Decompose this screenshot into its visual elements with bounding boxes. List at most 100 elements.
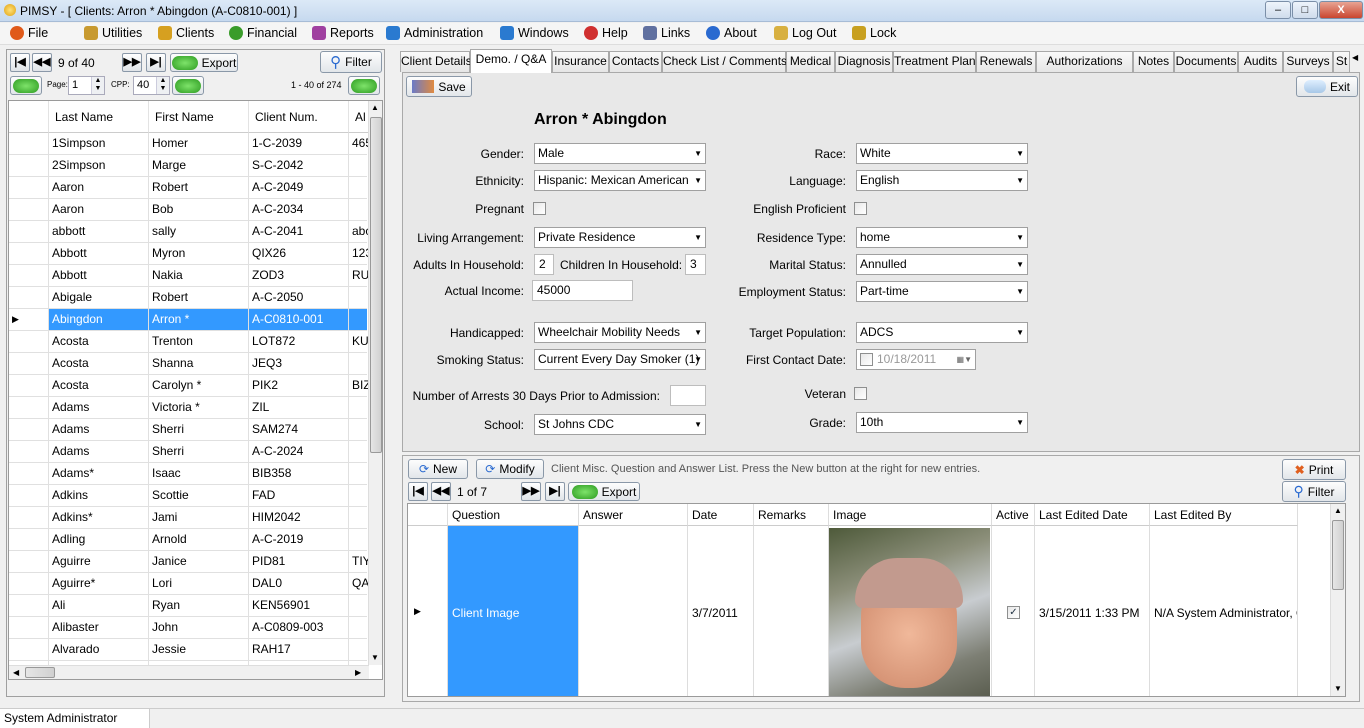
english-proficient-checkbox[interactable]: [854, 202, 867, 215]
table-cell[interactable]: Ryan: [149, 595, 249, 616]
table-cell[interactable]: Aaron: [49, 199, 149, 220]
qa-col-active[interactable]: Active: [992, 504, 1035, 526]
row-header[interactable]: [9, 353, 49, 374]
table-cell[interactable]: 1Simpson: [49, 133, 149, 154]
qa-row-header[interactable]: ▶: [408, 526, 448, 696]
table-cell[interactable]: Homer: [149, 133, 249, 154]
table-cell[interactable]: Adams*: [49, 463, 149, 484]
prev-record-button[interactable]: ◀◀: [32, 53, 52, 72]
qa-export-button[interactable]: Export: [568, 482, 640, 501]
grid-vscrollbar[interactable]: ▲ ▼: [368, 101, 382, 665]
table-row[interactable]: Adkins Scottie FAD: [9, 485, 369, 507]
row-header[interactable]: [9, 419, 49, 440]
veteran-checkbox[interactable]: [854, 387, 867, 400]
exit-button[interactable]: Exit: [1296, 76, 1358, 97]
table-cell[interactable]: Bob: [149, 199, 249, 220]
row-header[interactable]: [9, 243, 49, 264]
table-row[interactable]: Aguirre Janice PID81 TIY: [9, 551, 369, 573]
table-row[interactable]: Acosta Shanna JEQ3: [9, 353, 369, 375]
row-header[interactable]: [9, 177, 49, 198]
table-cell[interactable]: SAM274: [249, 419, 349, 440]
table-cell[interactable]: A-C0810-001: [249, 309, 349, 330]
adults-field[interactable]: 2: [534, 254, 554, 275]
first-contact-checkbox[interactable]: [860, 353, 873, 366]
table-cell[interactable]: KEN56901: [249, 595, 349, 616]
table-cell[interactable]: A-C-2041: [249, 221, 349, 242]
table-cell[interactable]: 123: [349, 243, 369, 264]
row-header[interactable]: [9, 397, 49, 418]
grid-hscroll-thumb[interactable]: [25, 667, 55, 678]
row-header[interactable]: [9, 199, 49, 220]
table-cell[interactable]: Arnold: [149, 529, 249, 550]
qa-cell-remarks[interactable]: [754, 526, 829, 696]
tab-st[interactable]: St: [1333, 51, 1350, 72]
table-cell[interactable]: [349, 595, 369, 616]
menu-reports[interactable]: Reports: [312, 26, 374, 40]
table-cell[interactable]: Ali: [49, 595, 149, 616]
language-select[interactable]: English ▼: [856, 170, 1028, 191]
qa-first-button[interactable]: |◀: [408, 482, 428, 501]
table-cell[interactable]: 2Simpson: [49, 155, 149, 176]
table-cell[interactable]: Alvarado: [49, 639, 149, 660]
qa-cell-date[interactable]: 3/7/2011: [688, 526, 754, 696]
table-cell[interactable]: Nakia: [149, 265, 249, 286]
row-header[interactable]: [9, 507, 49, 528]
table-row[interactable]: Adkins* Jami HIM2042: [9, 507, 369, 529]
export-button[interactable]: Export: [170, 53, 238, 72]
table-cell[interactable]: A-C0809-003: [249, 617, 349, 638]
table-cell[interactable]: Acosta: [49, 331, 149, 352]
table-cell[interactable]: [349, 617, 369, 638]
table-cell[interactable]: Aguirre*: [49, 573, 149, 594]
row-header[interactable]: [9, 375, 49, 396]
table-cell[interactable]: HIM2042: [249, 507, 349, 528]
next-page-button[interactable]: [172, 76, 204, 95]
table-cell[interactable]: Jessie: [149, 639, 249, 660]
table-cell[interactable]: Jami: [149, 507, 249, 528]
prev-page-button[interactable]: [10, 76, 42, 95]
new-button[interactable]: ⟳ New: [408, 459, 468, 479]
arrests-field[interactable]: [670, 385, 706, 406]
qa-cell-last-edited-date[interactable]: 3/15/2011 1:33 PM: [1035, 526, 1150, 696]
table-cell[interactable]: Marge: [149, 155, 249, 176]
living-select[interactable]: Private Residence ▼: [534, 227, 706, 248]
table-row[interactable]: 1SimpsonHomer1-C-2039465: [9, 133, 369, 155]
pregnant-checkbox[interactable]: [533, 202, 546, 215]
table-cell[interactable]: Acosta: [49, 353, 149, 374]
qa-next-button[interactable]: ▶▶: [521, 482, 541, 501]
tab-documents[interactable]: Documents: [1174, 51, 1238, 72]
qa-col-date[interactable]: Date: [688, 504, 754, 526]
tab-insurance[interactable]: Insurance: [552, 51, 609, 72]
table-cell[interactable]: [349, 155, 369, 176]
menu-file[interactable]: File: [10, 26, 48, 40]
tab-renewals[interactable]: Renewals: [976, 51, 1036, 72]
row-header[interactable]: [9, 133, 49, 154]
row-header[interactable]: [9, 595, 49, 616]
residence-select[interactable]: home ▼: [856, 227, 1028, 248]
col-first-name[interactable]: First Name: [149, 101, 249, 133]
table-cell[interactable]: Robert: [149, 177, 249, 198]
table-cell[interactable]: Adling: [49, 529, 149, 550]
table-row[interactable]: Abigale Robert A-C-2050: [9, 287, 369, 309]
tab-notes[interactable]: Notes: [1133, 51, 1174, 72]
row-header[interactable]: [9, 265, 49, 286]
table-cell[interactable]: Abbott: [49, 243, 149, 264]
row-header[interactable]: [9, 639, 49, 660]
first-record-button[interactable]: |◀: [10, 53, 30, 72]
table-cell[interactable]: S-C-2042: [249, 155, 349, 176]
row-header[interactable]: [9, 221, 49, 242]
table-cell[interactable]: [349, 177, 369, 198]
table-row[interactable]: Adams Victoria * ZIL: [9, 397, 369, 419]
menu-windows[interactable]: Windows: [500, 26, 569, 40]
table-cell[interactable]: QIX26: [249, 243, 349, 264]
gender-select[interactable]: Male ▼: [534, 143, 706, 164]
table-row[interactable]: ▶ Abingdon Arron * A-C0810-001: [9, 309, 369, 331]
scroll-down-icon[interactable]: ▼: [371, 653, 379, 662]
tab-diagnosis[interactable]: Diagnosis: [835, 51, 893, 72]
menu-utilities[interactable]: Utilities: [84, 26, 142, 40]
menu-about[interactable]: About: [706, 26, 757, 40]
menu-clients[interactable]: Clients: [158, 26, 214, 40]
target-select[interactable]: ADCS ▼: [856, 322, 1028, 343]
income-field[interactable]: 45000: [532, 280, 633, 301]
table-cell[interactable]: [349, 419, 369, 440]
table-cell[interactable]: Adkins*: [49, 507, 149, 528]
